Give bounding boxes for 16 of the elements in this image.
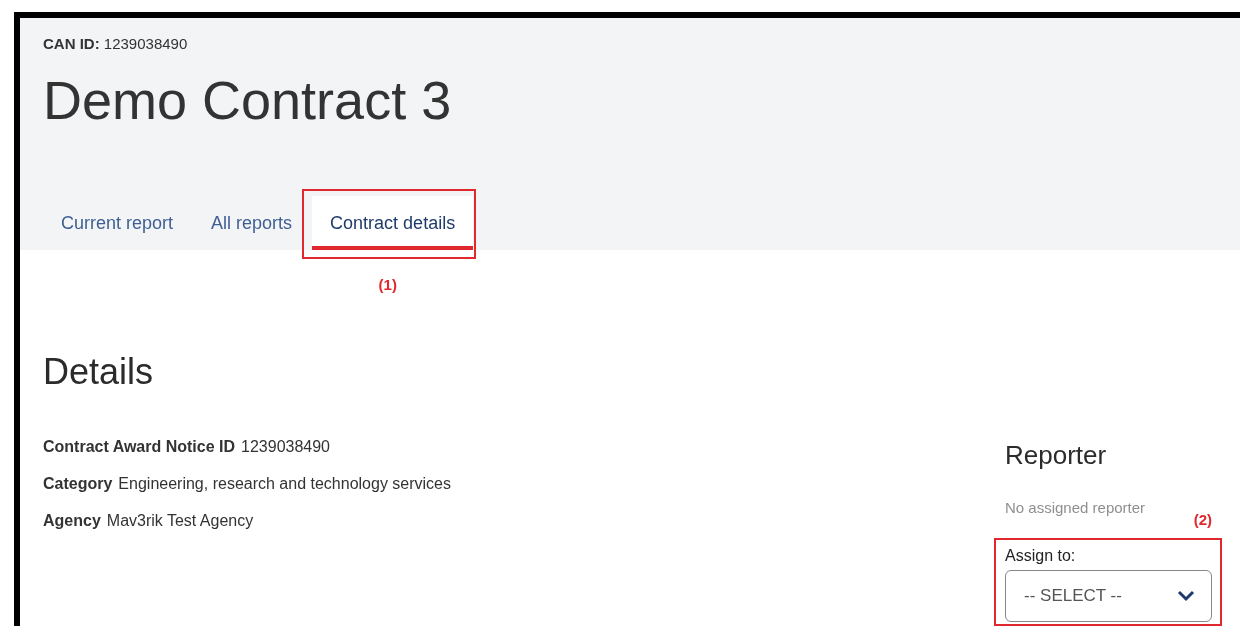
- detail-field: Category Engineering, research and technology services: [43, 465, 451, 502]
- chevron-down-icon: [1177, 590, 1195, 602]
- section-heading: Reporter: [1005, 439, 1107, 471]
- section-heading: Details: [43, 350, 154, 394]
- annotation-label: (1): [378, 276, 397, 294]
- can-id: CAN ID: 1239038490: [43, 36, 188, 52]
- tab[interactable]: Contract details: [312, 196, 474, 250]
- field-label: Assign to:: [1005, 546, 1076, 566]
- tab[interactable]: Current report: [43, 196, 192, 250]
- tab[interactable]: All reports: [193, 196, 311, 250]
- page-title: Demo Contract 3: [43, 70, 452, 130]
- reporter-status: No assigned reporter: [1005, 498, 1146, 518]
- annotation-label: (2): [1193, 511, 1212, 529]
- reporter-select[interactable]: -- SELECT --: [1005, 570, 1212, 622]
- detail-field: Agency Mav3rik Test Agency: [43, 502, 254, 539]
- detail-field: Contract Award Notice ID 1239038490: [43, 428, 330, 465]
